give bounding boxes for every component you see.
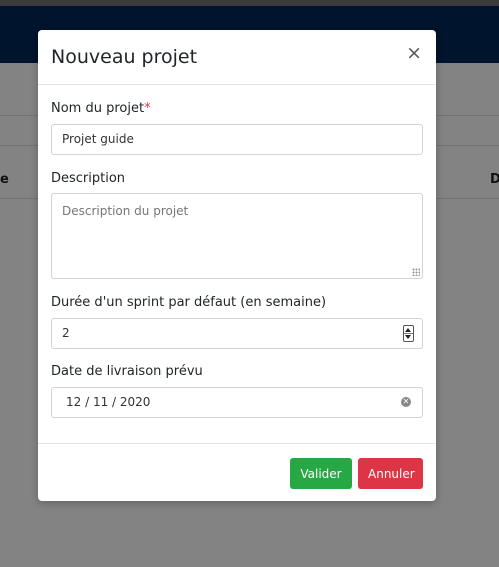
description-placeholder: Description du projet <box>62 204 189 218</box>
cancel-button[interactable]: Annuler <box>358 458 423 489</box>
number-stepper-icon[interactable] <box>403 325 414 342</box>
delivery-date-input[interactable]: 12 / 11 / 2020 ✕ <box>51 387 423 418</box>
sprint-duration-input[interactable]: 2 <box>51 318 423 349</box>
description-textarea[interactable]: Description du projet <box>51 193 423 279</box>
stepper-down-icon[interactable] <box>405 335 411 339</box>
background-table-header: e <box>0 172 9 187</box>
delivery-date-label: Date de livraison prévu <box>51 364 203 379</box>
stepper-up-icon[interactable] <box>405 328 411 332</box>
sprint-duration-value: 2 <box>62 326 70 340</box>
delivery-date-value: 12 / 11 / 2020 <box>66 395 151 409</box>
project-name-input[interactable]: Projet guide <box>51 124 423 155</box>
modal-footer: Valider Annuler <box>38 443 436 501</box>
new-project-modal: Nouveau projet × Nom du projet* Projet g… <box>38 30 436 501</box>
modal-title: Nouveau projet <box>51 46 198 68</box>
description-label: Description <box>51 171 126 186</box>
stepper-divider <box>404 333 413 334</box>
sprint-duration-label: Durée d'un sprint par défaut (en semaine… <box>51 295 327 310</box>
project-name-label-text: Nom du projet <box>51 101 145 116</box>
project-name-value: Projet guide <box>62 132 134 146</box>
validate-button[interactable]: Valider <box>290 458 352 489</box>
modal-header: Nouveau projet × <box>38 30 436 85</box>
close-icon[interactable]: × <box>406 44 422 63</box>
resize-grip-icon[interactable] <box>412 268 420 276</box>
clear-icon[interactable]: ✕ <box>401 397 411 407</box>
required-mark: * <box>144 101 151 116</box>
background-table-header: D <box>490 172 499 187</box>
project-name-label: Nom du projet* <box>51 101 151 116</box>
